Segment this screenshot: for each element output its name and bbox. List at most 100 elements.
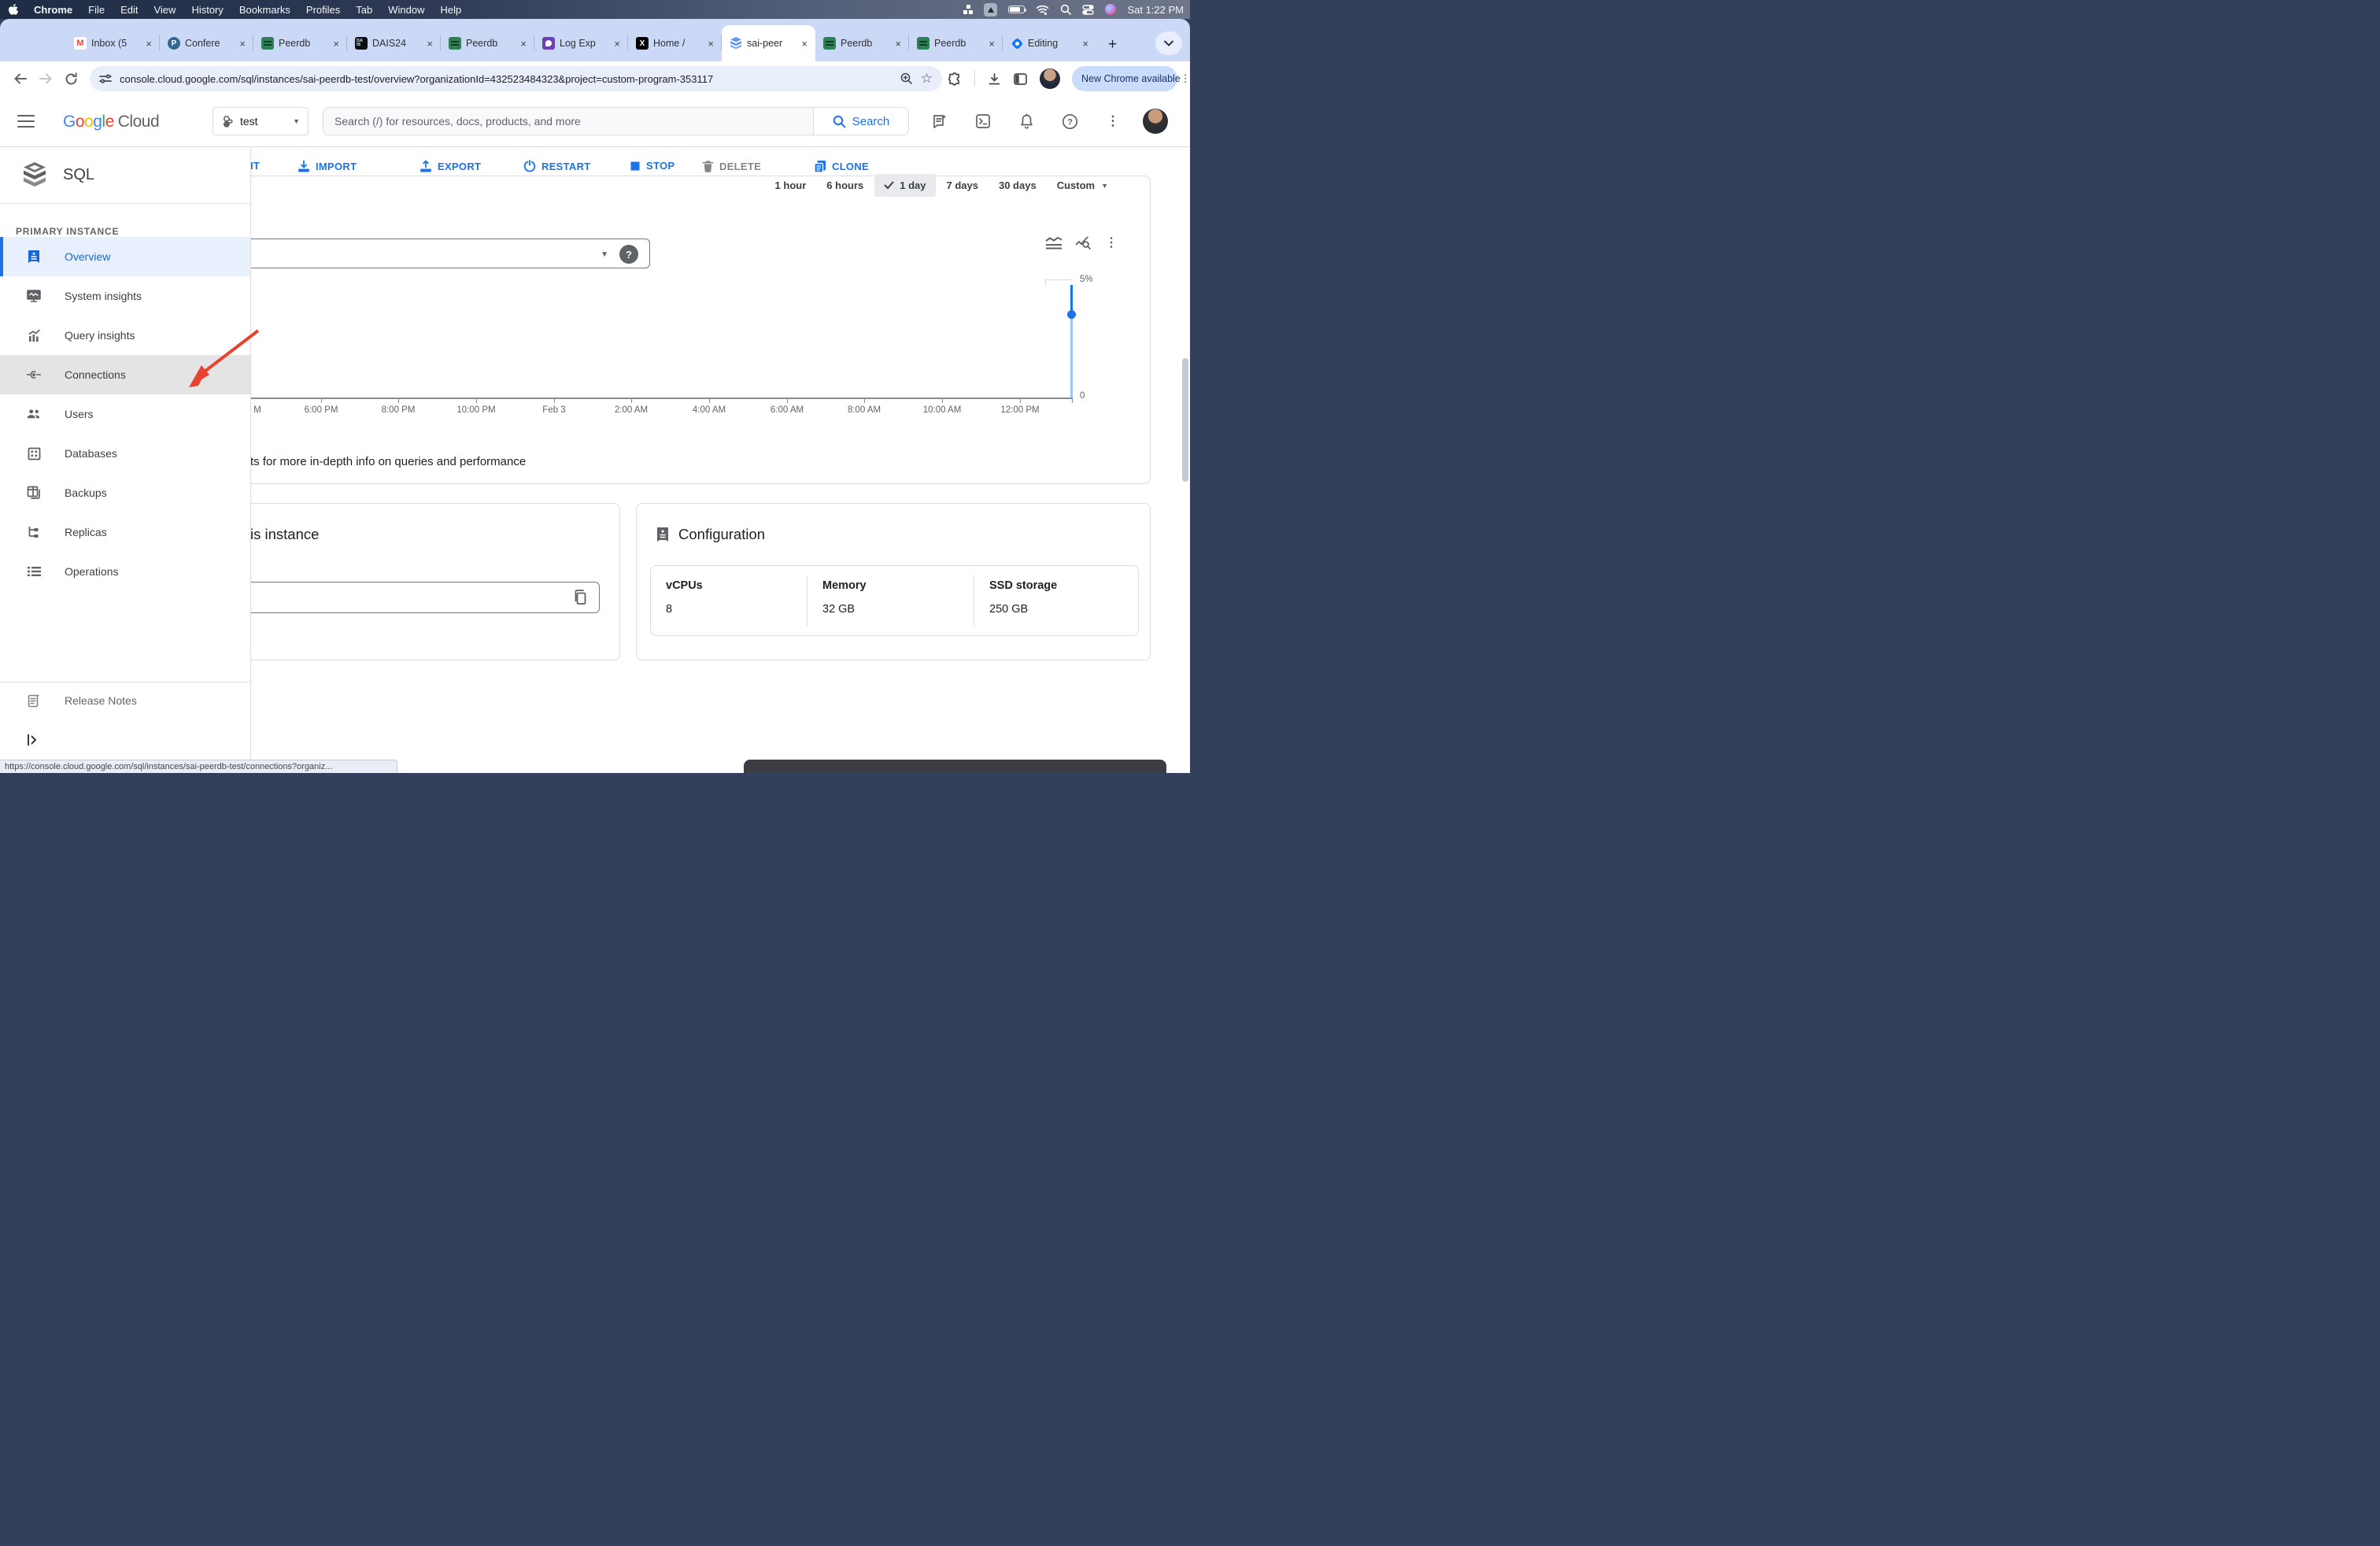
release-notes-assistant-icon[interactable] [930,112,949,131]
reload-button[interactable] [61,69,80,88]
tab-inbox[interactable]: M Inbox (5 × [66,25,160,61]
menu-edit[interactable]: Edit [113,4,146,16]
tab-close-icon[interactable]: × [519,38,528,50]
url-text[interactable]: console.cloud.google.com/sql/instances/s… [120,73,893,85]
address-bar[interactable]: console.cloud.google.com/sql/instances/s… [90,66,942,91]
chart-more-dots-icon[interactable]: ⋮ [1105,236,1118,254]
sidebar-item-databases[interactable]: Databases [0,434,250,473]
tab-peerdb-2[interactable]: Peerdb × [441,25,534,61]
tab-close-icon[interactable]: × [800,38,809,50]
header-more-dots-icon[interactable]: ⋮ [1103,112,1122,131]
battery-icon[interactable] [1008,6,1025,13]
menu-tab[interactable]: Tab [348,4,380,16]
export-button[interactable]: EXPORT [419,160,481,172]
metric-help-icon[interactable]: ? [619,245,638,264]
siri-icon[interactable] [1105,4,1116,15]
site-settings-icon[interactable] [99,73,112,84]
gcloud-search-field[interactable] [323,107,814,135]
menu-profiles[interactable]: Profiles [298,4,348,16]
account-avatar[interactable] [1143,109,1168,134]
browser-profile-avatar[interactable] [1040,68,1060,89]
gcloud-search-button[interactable]: Search [814,107,909,135]
menu-history[interactable]: History [183,4,231,16]
tab-close-icon[interactable]: × [1081,38,1090,50]
chart-area-mode-icon[interactable] [1045,236,1062,254]
sidebar-expand-icon[interactable] [27,734,38,750]
tab-peerdb-4[interactable]: Peerdb × [909,25,1003,61]
tab-close-icon[interactable]: × [425,38,434,50]
apple-logo-icon[interactable] [0,4,26,16]
forward-button[interactable] [36,69,55,88]
menu-chrome[interactable]: Chrome [26,4,80,16]
notifications-bell-icon[interactable] [1017,112,1036,131]
tab-conference[interactable]: P Confere × [160,25,253,61]
restart-button[interactable]: RESTART [523,160,591,172]
new-chrome-available-button[interactable]: New Chrome available ⋮ [1072,66,1177,91]
tab-log-explorer[interactable]: Log Exp × [534,25,628,61]
menubar-app-icon[interactable] [984,3,997,17]
navigation-menu-icon[interactable] [17,115,35,128]
clone-button[interactable]: CLONE [814,160,869,173]
tab-dais24[interactable]: DAIS DAIS24 × [347,25,441,61]
tab-close-icon[interactable]: × [987,38,996,50]
browser-menu-dots-icon[interactable]: ⋮ [1181,72,1191,85]
time-range-7-days[interactable]: 7 days [947,179,978,191]
chart-explore-icon[interactable] [1075,236,1092,254]
time-range-custom[interactable]: Custom ▼ [1057,179,1108,191]
sidebar-item-replicas[interactable]: Replicas [0,512,250,552]
tab-close-icon[interactable]: × [331,38,341,50]
sidebar-item-overview[interactable]: Overview [0,237,250,276]
tab-sai-peerdb-active[interactable]: sai-peer × [722,25,815,61]
tab-peerdb-3[interactable]: Peerdb × [815,25,909,61]
control-center-icon[interactable] [1082,5,1094,15]
tab-close-icon[interactable]: × [706,38,715,50]
edit-button-partial[interactable]: IT [250,160,260,172]
page-scrollbar-thumb[interactable] [1182,358,1188,482]
sidebar-item-users[interactable]: Users [0,394,250,434]
time-range-1-day-selected[interactable]: 1 day [874,174,935,197]
chart-data-point-marker[interactable] [1067,310,1076,319]
metric-select-dropdown[interactable]: ▼ ? [238,239,650,268]
sidebar-item-system-insights[interactable]: System insights [0,276,250,316]
side-panel-icon[interactable] [1014,73,1027,85]
menubar-clock[interactable]: Sat 1:22 PM [1127,4,1184,16]
tab-search-chevron-button[interactable] [1155,31,1182,55]
project-selector[interactable]: test ▼ [213,107,309,135]
time-range-1-hour[interactable]: 1 hour [775,179,807,191]
tab-close-icon[interactable]: × [612,38,622,50]
menu-file[interactable]: File [80,4,113,16]
delete-button[interactable]: DELETE [702,160,761,172]
extensions-icon[interactable] [948,72,962,86]
wifi-icon[interactable] [1036,5,1049,15]
stop-button[interactable]: STOP [630,160,674,172]
tab-editing[interactable]: Editing × [1003,25,1096,61]
tab-close-icon[interactable]: × [144,38,153,50]
cloud-shell-icon[interactable] [974,112,992,131]
tab-peerdb-1[interactable]: Peerdb × [253,25,347,61]
sidebar-item-release-notes[interactable]: Release Notes [0,682,250,718]
sidebar-item-backups[interactable]: Backups [0,473,250,512]
menu-window[interactable]: Window [380,4,432,16]
time-range-30-days[interactable]: 30 days [999,179,1037,191]
spotlight-icon[interactable] [1060,4,1071,15]
new-tab-button[interactable]: + [1108,36,1117,54]
menubar-app-stack-icon[interactable] [963,5,973,14]
tab-x-home[interactable]: X Home / × [628,25,722,61]
zoom-icon[interactable] [900,72,913,85]
downloads-icon[interactable] [988,72,1001,86]
time-range-6-hours[interactable]: 6 hours [826,179,863,191]
sidebar-item-operations[interactable]: Operations [0,552,250,591]
gcloud-search-input[interactable] [334,115,802,128]
google-cloud-logo[interactable]: GoogleGoogleCloud [63,113,159,131]
bookmark-star-icon[interactable]: ☆ [921,71,933,87]
import-button[interactable]: IMPORT [298,160,357,172]
menu-bookmarks[interactable]: Bookmarks [231,4,298,16]
tab-close-icon[interactable]: × [238,38,247,50]
connection-name-field[interactable] [238,582,600,613]
tab-close-icon[interactable]: × [893,38,903,50]
back-button[interactable] [11,69,30,88]
copy-icon[interactable] [573,590,587,609]
help-icon[interactable]: ? [1060,112,1079,131]
menu-help[interactable]: Help [433,4,470,16]
menu-view[interactable]: View [146,4,183,16]
